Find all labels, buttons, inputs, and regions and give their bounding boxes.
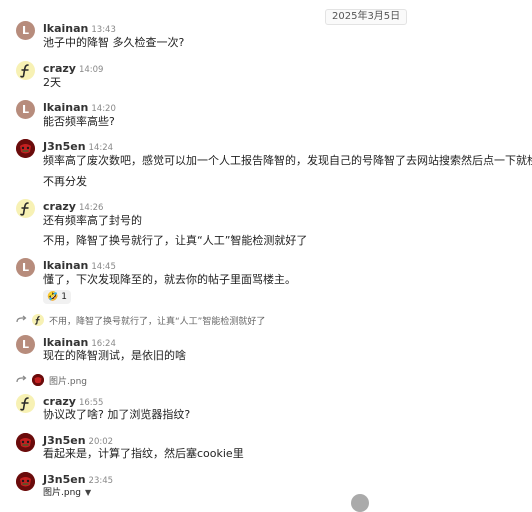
author-name[interactable]: J3n5en <box>43 473 86 486</box>
author-name[interactable]: lkainan <box>43 101 88 114</box>
message-text: 不用，降智了换号就行了，让真“人工”智能检测就好了 <box>43 234 308 247</box>
message-text: 能否频率高些? <box>43 115 115 128</box>
message-text: 懂了，下次发现降至的，就去你的帖子里面骂楼主。 <box>43 273 296 286</box>
message: crazy 16:55 协议改了啥? 加了浏览器指纹? <box>0 393 532 423</box>
author-name[interactable]: crazy <box>43 62 76 75</box>
message-header: crazy 14:26 <box>43 198 103 215</box>
reaction-badge[interactable]: 🤣 1 <box>43 290 71 304</box>
j3n5en-avatar[interactable] <box>16 139 35 158</box>
message-text: 看起来是，计算了指纹，然后塞cookie里 <box>43 447 244 460</box>
message: crazy 14:26 还有频率高了封号的 不用，降智了换号就行了，让真“人工”智… <box>0 198 532 250</box>
message-text: 2天 <box>43 76 61 89</box>
crazy-f-logo-icon <box>20 64 29 78</box>
caret-down-icon[interactable]: ▼ <box>85 486 91 500</box>
red-mask-avatar-icon <box>16 139 35 158</box>
reaction-count: 1 <box>61 292 67 302</box>
timestamp: 14:24 <box>88 143 114 153</box>
author-name[interactable]: lkainan <box>43 22 88 35</box>
file-name: 图片.png <box>43 488 81 498</box>
avatar[interactable]: L <box>16 335 35 354</box>
author-name[interactable]: lkainan <box>43 336 88 349</box>
crazy-logo-avatar[interactable] <box>16 199 35 218</box>
message-text: 池子中的降智 多久检查一次? <box>43 36 185 49</box>
message: L lkainan 14:20 能否频率高些? <box>0 99 532 129</box>
message-text: 还有频率高了封号的 <box>43 214 142 227</box>
message: crazy 14:09 2天 <box>0 60 532 90</box>
timestamp: 14:45 <box>91 262 116 272</box>
reply-snippet: 不用，降智了换号就行了，让真“人工”智能检测就好了 <box>49 316 266 327</box>
j3n5en-avatar <box>32 374 44 386</box>
author-name[interactable]: J3n5en <box>43 140 86 153</box>
crazy-f-logo-icon <box>34 315 40 325</box>
reply-snippet: 图片.png <box>49 376 87 387</box>
timestamp: 14:20 <box>91 104 116 114</box>
message-header: lkainan 14:20 <box>43 99 116 116</box>
timestamp: 13:43 <box>91 25 116 35</box>
author-name[interactable]: lkainan <box>43 259 88 272</box>
crazy-f-logo-icon <box>20 202 29 216</box>
reply-arrow-icon <box>16 315 27 323</box>
avatar[interactable]: L <box>16 258 35 277</box>
message: L lkainan 13:43 池子中的降智 多久检查一次? <box>0 20 532 50</box>
author-name[interactable]: J3n5en <box>43 434 86 447</box>
crazy-logo-avatar <box>32 314 44 326</box>
message: J3n5en 14:24 频率高了废次数吧，感觉可以加一个人工报告降智的，发现自己… <box>0 138 532 190</box>
reply-reference[interactable]: 图片.png <box>16 373 87 387</box>
message: J3n5en 23:45 图片.png ▼ <box>0 471 532 500</box>
crazy-f-logo-icon <box>20 397 29 411</box>
timestamp: 14:26 <box>78 203 104 213</box>
red-mask-avatar-icon <box>16 433 35 452</box>
red-mask-avatar-icon <box>16 472 35 491</box>
laughing-emoji-icon: 🤣 <box>47 292 59 302</box>
avatar[interactable]: L <box>16 21 35 40</box>
reply-reference[interactable]: 不用，降智了换号就行了，让真“人工”智能检测就好了 <box>16 313 265 327</box>
scroll-to-bottom-button[interactable] <box>351 494 369 512</box>
message-text: 协议改了啥? 加了浏览器指纹? <box>43 408 191 421</box>
author-name[interactable]: crazy <box>43 395 76 408</box>
timestamp: 20:02 <box>88 437 114 447</box>
crazy-logo-avatar[interactable] <box>16 61 35 80</box>
file-attachment[interactable]: 图片.png ▼ <box>43 486 91 500</box>
message-text: 频率高了废次数吧，感觉可以加一个人工报告降智的，发现自己的号降智了去网站搜索然后… <box>43 154 532 167</box>
reply-arrow-icon <box>16 375 27 383</box>
timestamp: 14:09 <box>78 65 104 75</box>
timestamp: 16:55 <box>78 398 104 408</box>
message: J3n5en 20:02 看起来是，计算了指纹，然后塞cookie里 <box>0 432 532 462</box>
j3n5en-avatar[interactable] <box>16 472 35 491</box>
message-header: lkainan 13:43 <box>43 20 116 37</box>
message-text: 不再分发 <box>43 175 87 188</box>
message-header: lkainan 14:45 <box>43 257 116 274</box>
timestamp: 23:45 <box>88 476 114 486</box>
crazy-logo-avatar[interactable] <box>16 394 35 413</box>
message-text: 现在的降智测试，是依旧的啥 <box>43 349 186 362</box>
message: L lkainan 14:45 懂了，下次发现降至的，就去你的帖子里面骂楼主。 🤣… <box>0 257 532 307</box>
message: L lkainan 16:24 现在的降智测试，是依旧的啥 <box>0 334 532 364</box>
red-mask-avatar-icon <box>32 374 44 386</box>
j3n5en-avatar[interactable] <box>16 433 35 452</box>
author-name[interactable]: crazy <box>43 200 76 213</box>
timestamp: 16:24 <box>91 339 116 349</box>
message-header: crazy 14:09 <box>43 60 103 77</box>
avatar[interactable]: L <box>16 100 35 119</box>
message-header: J3n5en 14:24 <box>43 138 113 155</box>
